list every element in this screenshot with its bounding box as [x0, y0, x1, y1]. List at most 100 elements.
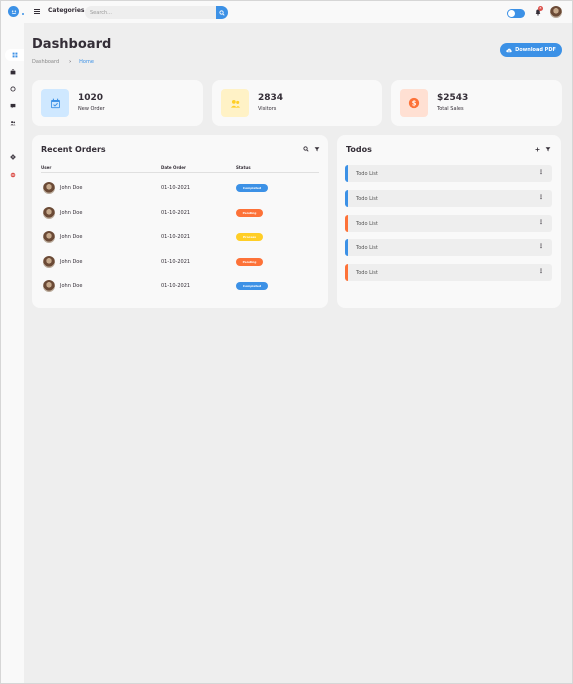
stat-label: Total Sales — [437, 106, 464, 112]
page-title: Dashboard — [32, 37, 112, 52]
stat-card-sales: $ $2543 Total Sales — [391, 80, 562, 126]
main-content: Dashboard Dashboard › Home Download PDF … — [24, 23, 572, 683]
table-row[interactable]: John Doe 01-10-2021 Process — [41, 230, 321, 244]
search-icon — [219, 9, 225, 16]
todo-item[interactable]: Todo List ⋮ — [345, 239, 552, 256]
more-vertical-icon[interactable]: ⋮ — [538, 243, 544, 250]
download-pdf-label: Download PDF — [515, 47, 556, 53]
avatar — [43, 256, 55, 268]
avatar — [43, 207, 55, 219]
column-header-date: Date Order — [161, 165, 186, 170]
column-header-user: User — [41, 165, 52, 170]
panel-tools — [303, 146, 320, 152]
search-form — [85, 6, 228, 19]
order-date: 01-10-2021 — [161, 185, 191, 191]
order-user: John Doe — [60, 210, 83, 216]
table-row[interactable]: John Doe 01-10-2021 Completed — [41, 181, 321, 195]
panel-title: Recent Orders — [41, 145, 106, 154]
todo-text: Todo List — [356, 196, 378, 202]
todos-panel: Todos Todo List ⋮ Todo List ⋮ Todo List … — [337, 135, 561, 308]
breadcrumb-home[interactable]: Home — [79, 59, 94, 65]
avatar — [43, 182, 55, 194]
message-icon — [10, 103, 16, 109]
analytics-icon — [10, 86, 16, 92]
settings-icon — [10, 154, 16, 160]
table-row[interactable]: John Doe 01-10-2021 Completed — [41, 279, 321, 293]
menu-toggle-icon[interactable] — [34, 9, 40, 14]
sidebar-item-store[interactable] — [4, 66, 22, 78]
order-user: John Doe — [60, 283, 83, 289]
stat-card-orders: 1020 New Order — [32, 80, 203, 126]
categories-link[interactable]: Categories — [48, 7, 84, 14]
status-badge: Pending — [236, 209, 263, 217]
status-badge: Completed — [236, 184, 268, 192]
search-input[interactable] — [90, 8, 210, 17]
dashboard-icon — [12, 52, 17, 58]
calendar-check-icon — [50, 98, 60, 108]
breadcrumb-dashboard[interactable]: Dashboard — [32, 59, 59, 65]
svg-text:$: $ — [412, 99, 417, 107]
brand-dot — [22, 13, 24, 15]
table-row[interactable]: John Doe 01-10-2021 Pending — [41, 206, 321, 220]
stat-label: Visitors — [258, 106, 277, 112]
group-icon — [10, 121, 16, 126]
order-date: 01-10-2021 — [161, 283, 191, 289]
header-divider — [41, 172, 319, 173]
status-badge: Process — [236, 233, 263, 241]
todo-text: Todo List — [356, 221, 378, 227]
more-vertical-icon[interactable]: ⋮ — [538, 219, 544, 226]
brand-logo-icon[interactable] — [8, 6, 19, 17]
dollar-circle-icon: $ — [408, 97, 420, 109]
order-user: John Doe — [60, 185, 83, 191]
order-user: John Doe — [60, 259, 83, 265]
more-vertical-icon[interactable]: ⋮ — [538, 169, 544, 176]
sidebar-item-logout[interactable] — [4, 169, 22, 181]
profile-avatar[interactable] — [550, 6, 562, 18]
panel-tools — [535, 146, 551, 152]
order-date: 01-10-2021 — [161, 234, 191, 240]
chevron-right-icon: › — [69, 59, 72, 65]
todo-item[interactable]: Todo List ⋮ — [345, 264, 552, 281]
column-header-status: Status — [236, 165, 251, 170]
stat-icon-box — [221, 89, 249, 117]
stat-label: New Order — [78, 106, 105, 112]
stat-value: 2834 — [258, 93, 284, 103]
table-row[interactable]: John Doe 01-10-2021 Pending — [41, 255, 321, 269]
search-button[interactable] — [216, 6, 228, 19]
stat-icon-box: $ — [400, 89, 428, 117]
breadcrumb: Dashboard › Home — [32, 59, 94, 65]
more-vertical-icon[interactable]: ⋮ — [538, 268, 544, 275]
sidebar-item-analytics[interactable] — [4, 83, 22, 95]
stat-card-visitors: 2834 Visitors — [212, 80, 382, 126]
panel-title: Todos — [346, 145, 372, 154]
todo-item[interactable]: Todo List ⋮ — [345, 165, 552, 182]
sidebar-item-message[interactable] — [4, 100, 22, 112]
search-icon[interactable] — [303, 146, 309, 152]
recent-orders-panel: Recent Orders User Date Order Status Joh… — [32, 135, 328, 308]
logout-icon — [10, 172, 16, 178]
sidebar-item-dashboard[interactable] — [5, 49, 24, 61]
stat-icon-box — [41, 89, 69, 117]
shopping-bag-icon — [10, 69, 16, 75]
plus-icon[interactable] — [535, 147, 540, 152]
notification-badge: 8 — [538, 6, 543, 11]
todo-item[interactable]: Todo List ⋮ — [345, 215, 552, 232]
order-date: 01-10-2021 — [161, 210, 191, 216]
avatar — [43, 280, 55, 292]
todo-text: Todo List — [356, 245, 378, 251]
dark-mode-switch[interactable] — [507, 9, 525, 18]
todo-text: Todo List — [356, 171, 378, 177]
download-pdf-button[interactable]: Download PDF — [500, 43, 562, 57]
filter-icon[interactable] — [314, 146, 320, 152]
sidebar — [1, 23, 24, 683]
status-badge: Completed — [236, 282, 268, 290]
sidebar-item-team[interactable] — [4, 117, 22, 129]
more-vertical-icon[interactable]: ⋮ — [538, 194, 544, 201]
avatar — [43, 231, 55, 243]
todo-item[interactable]: Todo List ⋮ — [345, 190, 552, 207]
top-navbar: Categories 8 — [1, 1, 572, 23]
filter-icon[interactable] — [545, 146, 551, 152]
todo-text: Todo List — [356, 270, 378, 276]
stat-value: 1020 — [78, 93, 104, 103]
sidebar-item-settings[interactable] — [4, 151, 22, 163]
